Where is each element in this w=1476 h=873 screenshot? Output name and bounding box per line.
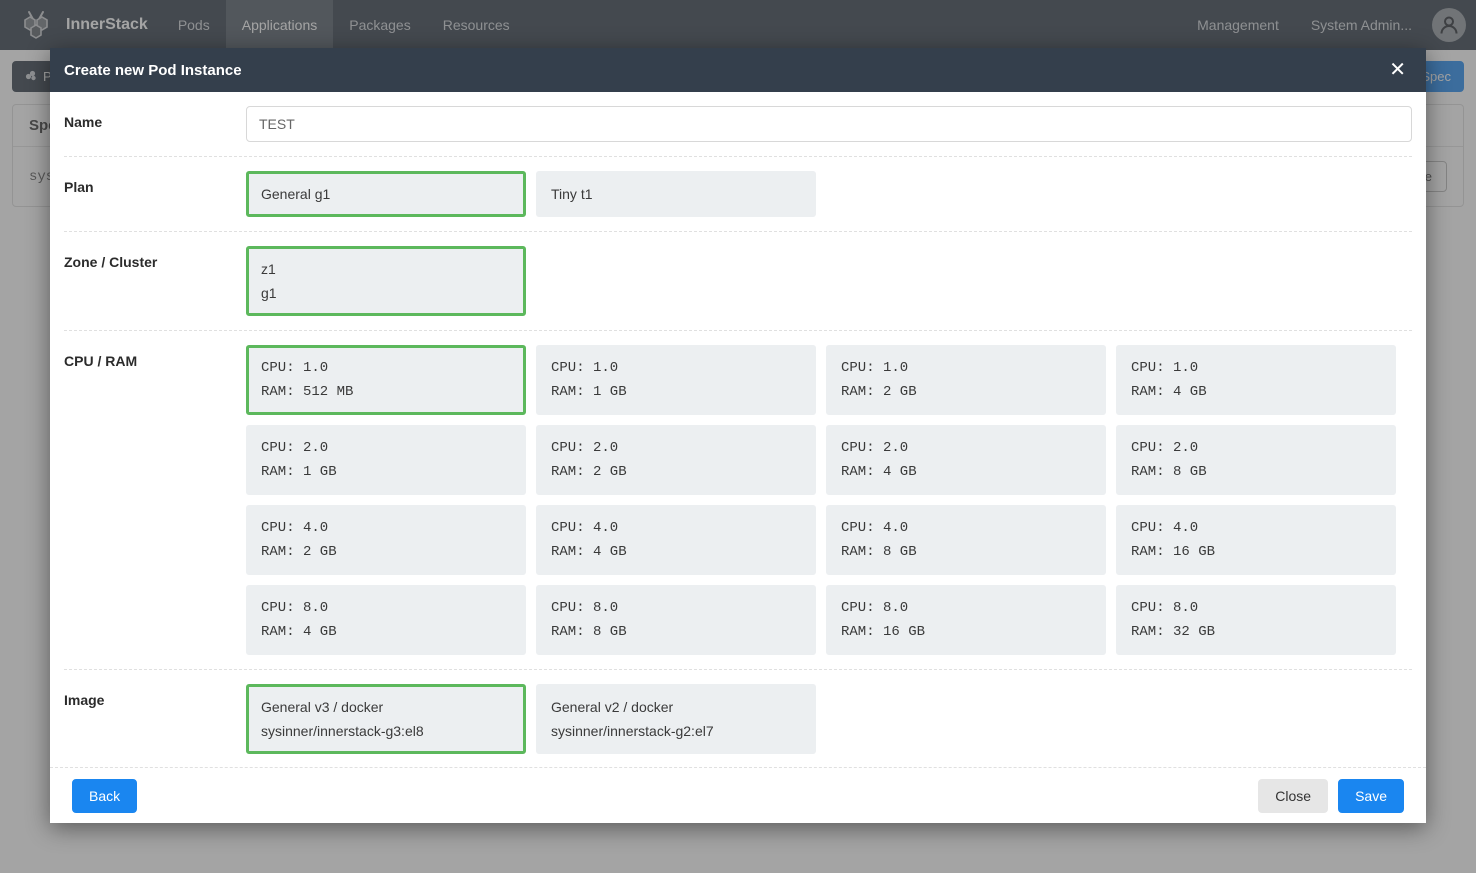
cpu-ram-option[interactable]: CPU: 2.0 RAM: 2 GB xyxy=(536,425,816,495)
cpu-ram-option-grid: CPU: 1.0 RAM: 512 MB CPU: 1.0 RAM: 1 GB … xyxy=(246,345,1412,655)
close-icon[interactable]: ✕ xyxy=(1387,60,1408,80)
cpu-value: CPU: 2.0 xyxy=(551,440,619,456)
zone-cluster-option-grid: z1 g1 xyxy=(246,246,1412,316)
plan-option-general-g1[interactable]: General g1 xyxy=(246,171,526,217)
modal-footer: Back Close Save xyxy=(50,767,1426,823)
modal-body[interactable]: Name Plan General g1 Tiny t1 xyxy=(50,92,1426,767)
form-row-name: Name xyxy=(64,92,1412,157)
image-option-line-2: sysinner/innerstack-g2:el7 xyxy=(551,723,714,739)
cpu-value: CPU: 2.0 xyxy=(1131,440,1199,456)
cpu-ram-option[interactable]: CPU: 8.0 RAM: 8 GB xyxy=(536,585,816,655)
label-plan: Plan xyxy=(64,179,94,195)
ram-value: RAM: 4 GB xyxy=(551,544,627,560)
image-option-line-2: sysinner/innerstack-g3:el8 xyxy=(261,723,424,739)
label-cpu-ram: CPU / RAM xyxy=(64,353,138,369)
ram-value: RAM: 1 GB xyxy=(261,464,337,480)
zone-cluster-option-z1-g1[interactable]: z1 g1 xyxy=(246,246,526,316)
image-option-general-v3[interactable]: General v3 / docker sysinner/innerstack-… xyxy=(246,684,526,754)
cpu-value: CPU: 4.0 xyxy=(261,520,329,536)
label-image: Image xyxy=(64,692,105,708)
cpu-value: CPU: 8.0 xyxy=(261,600,329,616)
plan-control-area: General g1 Tiny t1 xyxy=(246,171,1412,217)
ram-value: RAM: 2 GB xyxy=(261,544,337,560)
cpu-value: CPU: 1.0 xyxy=(841,360,909,376)
cpu-value: CPU: 8.0 xyxy=(841,600,909,616)
form-row-cpu-ram: CPU / RAM CPU: 1.0 RAM: 512 MB CPU: 1.0 … xyxy=(64,331,1412,670)
cpu-ram-option[interactable]: CPU: 4.0 RAM: 2 GB xyxy=(246,505,526,575)
cpu-value: CPU: 1.0 xyxy=(1131,360,1199,376)
ram-value: RAM: 8 GB xyxy=(551,624,627,640)
name-input[interactable] xyxy=(246,106,1412,142)
cpu-value: CPU: 4.0 xyxy=(551,520,619,536)
cpu-ram-option[interactable]: CPU: 8.0 RAM: 32 GB xyxy=(1116,585,1396,655)
create-pod-instance-modal: Create new Pod Instance ✕ Name Plan Gene… xyxy=(50,48,1426,823)
name-control-area xyxy=(246,106,1412,142)
label-name: Name xyxy=(64,114,103,130)
zone-cluster-option-line-1: z1 xyxy=(261,261,276,277)
page-root: InnerStack Pods Applications Packages Re… xyxy=(0,0,1476,873)
cpu-value: CPU: 2.0 xyxy=(841,440,909,456)
cpu-value: CPU: 8.0 xyxy=(1131,600,1199,616)
back-button[interactable]: Back xyxy=(72,778,138,813)
cpu-ram-option[interactable]: CPU: 4.0 RAM: 8 GB xyxy=(826,505,1106,575)
cpu-ram-option[interactable]: CPU: 1.0 RAM: 512 MB xyxy=(246,345,526,415)
image-control-area: General v3 / docker sysinner/innerstack-… xyxy=(246,684,1412,754)
cpu-ram-option[interactable]: CPU: 1.0 RAM: 4 GB xyxy=(1116,345,1396,415)
cpu-value: CPU: 1.0 xyxy=(551,360,619,376)
image-option-grid: General v3 / docker sysinner/innerstack-… xyxy=(246,684,1412,754)
cpu-ram-control-area: CPU: 1.0 RAM: 512 MB CPU: 1.0 RAM: 1 GB … xyxy=(246,345,1412,655)
form-row-plan: Plan General g1 Tiny t1 xyxy=(64,157,1412,232)
ram-value: RAM: 8 GB xyxy=(1131,464,1207,480)
cpu-value: CPU: 4.0 xyxy=(841,520,909,536)
footer-actions: Close Save xyxy=(1258,778,1404,813)
ram-value: RAM: 512 MB xyxy=(261,384,354,400)
image-option-line-1: General v3 / docker xyxy=(261,699,384,715)
ram-value: RAM: 2 GB xyxy=(841,384,917,400)
cpu-value: CPU: 4.0 xyxy=(1131,520,1199,536)
form-row-image: Image General v3 / docker sysinner/inner… xyxy=(64,670,1412,767)
zone-cluster-control-area: z1 g1 xyxy=(246,246,1412,316)
cpu-value: CPU: 2.0 xyxy=(261,440,329,456)
close-button[interactable]: Close xyxy=(1258,778,1329,813)
ram-value: RAM: 1 GB xyxy=(551,384,627,400)
plan-option-tiny-t1[interactable]: Tiny t1 xyxy=(536,171,816,217)
ram-value: RAM: 4 GB xyxy=(261,624,337,640)
label-zone-cluster: Zone / Cluster xyxy=(64,254,158,270)
ram-value: RAM: 32 GB xyxy=(1131,624,1216,640)
ram-value: RAM: 8 GB xyxy=(841,544,917,560)
cpu-ram-option[interactable]: CPU: 4.0 RAM: 4 GB xyxy=(536,505,816,575)
plan-option-label: Tiny t1 xyxy=(551,186,593,202)
modal-header: Create new Pod Instance ✕ xyxy=(50,48,1426,92)
image-option-general-v2[interactable]: General v2 / docker sysinner/innerstack-… xyxy=(536,684,816,754)
cpu-ram-option[interactable]: CPU: 2.0 RAM: 4 GB xyxy=(826,425,1106,495)
cpu-ram-option[interactable]: CPU: 1.0 RAM: 2 GB xyxy=(826,345,1106,415)
cpu-ram-option[interactable]: CPU: 8.0 RAM: 4 GB xyxy=(246,585,526,655)
ram-value: RAM: 16 GB xyxy=(1131,544,1216,560)
cpu-ram-option[interactable]: CPU: 2.0 RAM: 8 GB xyxy=(1116,425,1396,495)
ram-value: RAM: 4 GB xyxy=(841,464,917,480)
plan-option-label: General g1 xyxy=(261,186,331,202)
cpu-ram-option[interactable]: CPU: 1.0 RAM: 1 GB xyxy=(536,345,816,415)
ram-value: RAM: 16 GB xyxy=(841,624,926,640)
image-option-line-1: General v2 / docker xyxy=(551,699,674,715)
ram-value: RAM: 4 GB xyxy=(1131,384,1207,400)
cpu-ram-option[interactable]: CPU: 8.0 RAM: 16 GB xyxy=(826,585,1106,655)
cpu-value: CPU: 8.0 xyxy=(551,600,619,616)
cpu-ram-option[interactable]: CPU: 4.0 RAM: 16 GB xyxy=(1116,505,1396,575)
cpu-value: CPU: 1.0 xyxy=(261,360,329,376)
zone-cluster-option-line-2: g1 xyxy=(261,285,277,301)
modal-title: Create new Pod Instance xyxy=(64,61,242,79)
cpu-ram-option[interactable]: CPU: 2.0 RAM: 1 GB xyxy=(246,425,526,495)
plan-option-grid: General g1 Tiny t1 xyxy=(246,171,1412,217)
ram-value: RAM: 2 GB xyxy=(551,464,627,480)
save-button[interactable]: Save xyxy=(1338,778,1404,813)
form-row-zone-cluster: Zone / Cluster z1 g1 xyxy=(64,232,1412,331)
